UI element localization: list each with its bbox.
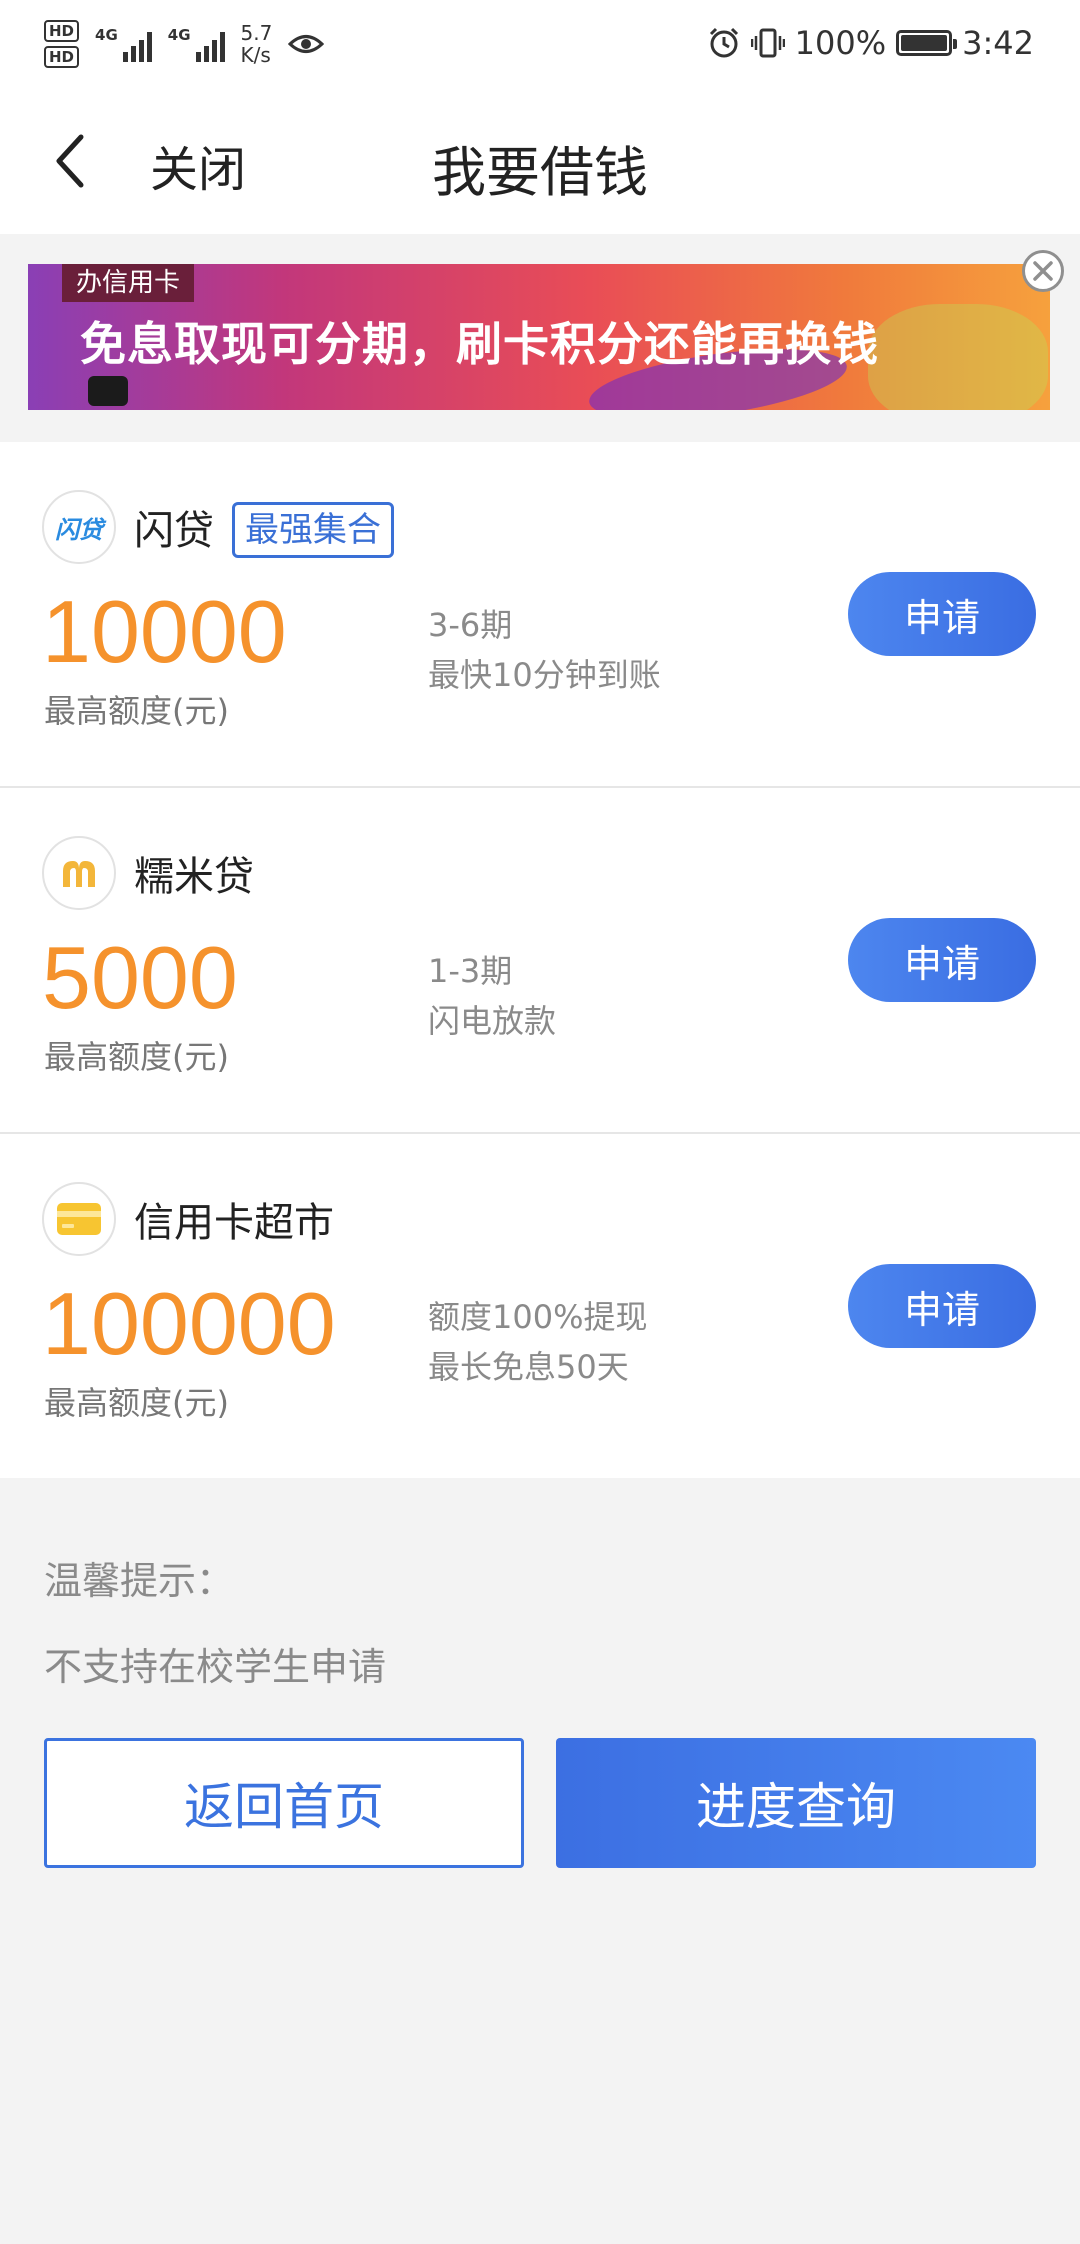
list-item: 糯米贷 5000 最高额度(元) 1-3期 闪电放款 申请	[0, 788, 1080, 1134]
status-left: HD HD 4G 4G 5.7 K/s	[44, 14, 325, 74]
apply-button[interactable]: 申请	[848, 572, 1036, 656]
product-feature: 额度100%提现	[428, 1298, 648, 1336]
promo-banner[interactable]: 办信用卡 免息取现可分期，刷卡积分还能再换钱	[28, 264, 1050, 410]
progress-query-button[interactable]: 进度查询	[556, 1738, 1036, 1868]
product-description: 3-6期 最快10分钟到账	[428, 600, 661, 700]
apply-button[interactable]: 申请	[848, 918, 1036, 1002]
product-description: 额度100%提现 最长免息50天	[428, 1292, 648, 1392]
signal-icon-1: 4G	[95, 26, 152, 62]
product-feature: 最快10分钟到账	[428, 656, 661, 694]
product-term: 1-3期	[428, 952, 513, 990]
banner-decoration	[868, 304, 1048, 410]
page-title: 我要借钱	[432, 141, 648, 204]
tips-title: 温馨提示：	[44, 1559, 235, 1603]
eye-comfort-icon	[288, 35, 325, 53]
list-item: 信用卡超市 100000 最高额度(元) 额度100%提现 最长免息50天 申请	[0, 1134, 1080, 1478]
tips-text: 不支持在校学生申请	[44, 1645, 387, 1689]
credit-card-icon	[57, 1203, 101, 1235]
signal-icon-2: 4G	[168, 26, 225, 62]
battery-percent: 100%	[794, 24, 887, 62]
max-amount-label: 最高额度(元)	[44, 1384, 229, 1422]
credit-card-market-logo-icon	[42, 1182, 116, 1256]
hd-badge-2: HD	[44, 46, 80, 68]
clock-time: 3:42	[962, 24, 1034, 62]
shandai-logo-icon: 闪贷	[42, 490, 116, 564]
status-right: 100% 3:42	[707, 18, 1034, 68]
close-icon	[1033, 261, 1053, 281]
apply-button[interactable]: 申请	[848, 1264, 1036, 1348]
banner-close-button[interactable]	[1022, 250, 1064, 292]
hd-badge-1: HD	[44, 20, 80, 42]
list-item: 闪贷 闪贷 最强集合 10000 最高额度(元) 3-6期 最快10分钟到账 申…	[0, 442, 1080, 788]
max-amount: 10000	[42, 582, 287, 681]
loan-product-list: 闪贷 闪贷 最强集合 10000 最高额度(元) 3-6期 最快10分钟到账 申…	[0, 442, 1080, 1478]
product-tag-badge: 最强集合	[232, 502, 394, 558]
alarm-icon	[709, 27, 738, 58]
battery-icon	[896, 30, 958, 56]
hd-indicators: HD HD	[44, 20, 80, 68]
max-amount: 100000	[42, 1274, 336, 1373]
product-name: 闪贷	[134, 508, 214, 554]
product-name: 信用卡超市	[134, 1200, 334, 1246]
max-amount-label: 最高额度(元)	[44, 692, 229, 730]
product-name: 糯米贷	[134, 854, 254, 900]
banner-decoration	[88, 376, 128, 406]
status-bar: HD HD 4G 4G 5.7 K/s 100% 3:42	[0, 0, 1080, 86]
nav-bar: 关闭 我要借钱	[0, 86, 1080, 234]
banner-section: 办信用卡 免息取现可分期，刷卡积分还能再换钱	[0, 234, 1080, 442]
max-amount-label: 最高额度(元)	[44, 1038, 229, 1076]
banner-headline: 免息取现可分期，刷卡积分还能再换钱	[80, 317, 879, 371]
nuomi-m-icon	[63, 861, 95, 887]
max-amount: 5000	[42, 928, 238, 1027]
product-feature: 最长免息50天	[428, 1348, 629, 1386]
product-term: 3-6期	[428, 606, 513, 644]
nuomidai-logo-icon	[42, 836, 116, 910]
product-feature: 闪电放款	[428, 1002, 557, 1040]
product-description: 1-3期 闪电放款	[428, 946, 556, 1046]
vibrate-icon	[750, 28, 785, 58]
back-home-button[interactable]: 返回首页	[44, 1738, 524, 1868]
banner-tag: 办信用卡	[62, 264, 195, 302]
network-speed: 5.7 K/s	[240, 21, 273, 67]
